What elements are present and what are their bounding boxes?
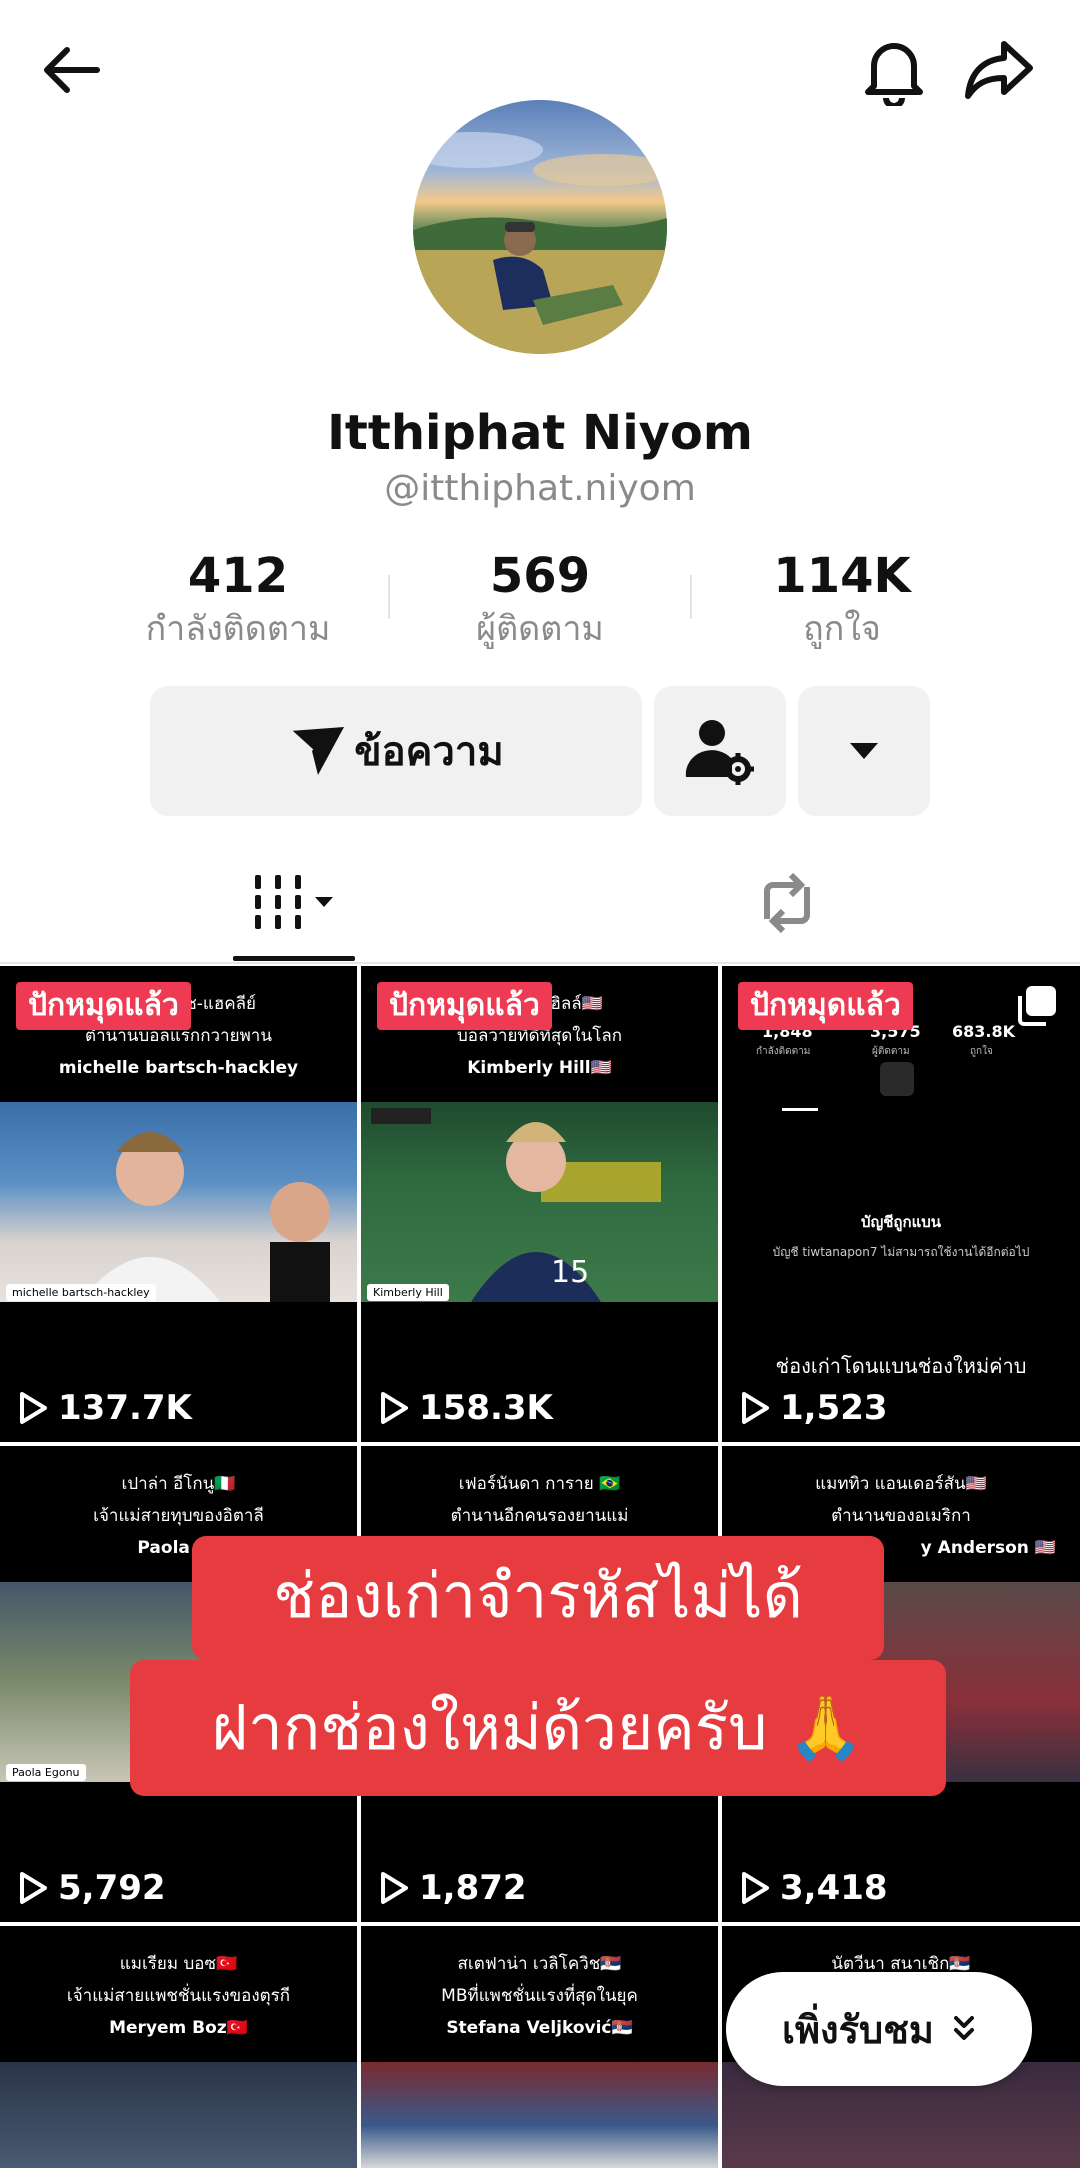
video-thumbnail[interactable]: 1,848 3,575 683.8K กำลังติดตาม ผู้ติดตาม… — [722, 966, 1080, 1442]
profile-photo — [413, 132, 667, 354]
view-count: 1,872 — [379, 1868, 527, 1908]
video-thumbnail[interactable]: มิเชลล์ บาร์ช-แฮคลีย์ ตำนานบอลแรกกวายพาน… — [0, 966, 357, 1442]
active-tab-indicator — [233, 956, 355, 961]
video-frame — [361, 2062, 718, 2168]
tab-reposts[interactable] — [740, 868, 834, 938]
view-count: 3,418 — [740, 1868, 888, 1908]
overlay-text-line-2: ฝากช่องใหม่ด้วยครับ 🙏 — [130, 1660, 946, 1796]
video-frame — [0, 2062, 357, 2168]
video-thumbnail[interactable]: แมเรียม บอซ🇹🇷 เจ้าแม่สายแพชชั่นแรงของตุร… — [0, 1926, 357, 2168]
video-caption: Stefana Veljković🇷🇸 — [446, 2018, 633, 2038]
video-caption: ช่องเก่าโดนแบนช่องใหม่ค่าบ — [775, 1354, 1027, 1378]
stat-label: ถูกใจ — [803, 609, 881, 649]
video-caption: ตำนานของอเมริกา — [831, 1506, 971, 1526]
play-icon — [742, 1872, 769, 1904]
view-count-value: 3,418 — [780, 1868, 888, 1908]
mini-tab-indicator — [782, 1108, 818, 1111]
view-count-value: 1,523 — [780, 1388, 888, 1428]
recently-watched-button[interactable]: เพิ่งรับชม — [726, 1972, 1032, 2086]
view-count-value: 1,872 — [419, 1868, 527, 1908]
video-frame — [0, 1102, 357, 1302]
video-caption: สเตฟาน่า เวลิโควิช🇷🇸 — [457, 1954, 622, 1974]
photo-mode-icon — [1018, 986, 1056, 1026]
video-caption: 683.8K — [952, 1022, 1016, 1041]
bell-icon — [865, 43, 923, 106]
view-count-value: 5,792 — [58, 1868, 166, 1908]
video-thumbnail[interactable]: คิมเบอร์ลี ฮิลล์🇺🇸 บอลวายที่ดีที่สุดในโล… — [361, 966, 718, 1442]
video-caption: Kimberly Hill🇺🇸 — [467, 1058, 612, 1078]
overlay-text-line-1: ช่องเก่าจำรหัสไม่ได้ — [192, 1536, 884, 1660]
name-tag: Kimberly Hill — [367, 1284, 449, 1301]
video-caption: เปาล่า อีโกนู🇮🇹 — [121, 1474, 236, 1494]
arrow-left-icon — [44, 47, 100, 93]
friend-settings-button[interactable] — [654, 686, 786, 816]
video-caption: บัญชีถูกแบน — [860, 1213, 942, 1231]
video-caption: กำลังติดตาม — [756, 1046, 811, 1057]
video-thumbnail[interactable]: สเตฟาน่า เวลิโควิช🇷🇸 MBที่แพชชั่นแรงที่ส… — [361, 1926, 718, 2168]
play-icon — [381, 1872, 408, 1904]
back-button[interactable] — [32, 30, 112, 110]
view-count-value: 158.3K — [419, 1388, 553, 1428]
notification-button[interactable] — [854, 30, 934, 110]
name-tag: Paola Egonu — [6, 1764, 86, 1781]
share-button[interactable] — [960, 30, 1040, 110]
tab-videos[interactable] — [232, 868, 356, 938]
stat-value: 412 — [187, 548, 289, 604]
video-caption: เจ้าแม่สายทุบของอิตาลี — [93, 1506, 264, 1526]
repost-icon — [764, 873, 810, 933]
view-count: 1,523 — [740, 1388, 888, 1428]
view-count: 158.3K — [379, 1388, 553, 1428]
pinned-badge: ปักหมุดแล้ว — [738, 982, 913, 1030]
pinned-badge: ปักหมุดแล้ว — [377, 982, 552, 1030]
user-settings-icon — [685, 720, 754, 785]
play-icon — [742, 1392, 769, 1424]
name-tag: michelle bartsch-hackley — [6, 1284, 156, 1301]
add-friend-icon — [880, 1062, 914, 1096]
video-caption: ผู้ติดตาม — [872, 1046, 910, 1057]
play-icon — [20, 1872, 47, 1904]
video-caption: Meryem Boz🇹🇷 — [109, 2018, 248, 2038]
video-caption: michelle bartsch-hackley — [58, 1058, 299, 1078]
video-caption: บัญชี tiwtanapon7 ไม่สามารถใช้งานได้อีกต… — [772, 1245, 1030, 1259]
play-icon — [381, 1392, 408, 1424]
video-caption: ตำนานอีกคนรองยานแม่ — [450, 1506, 629, 1526]
stat-label: กำลังติดตาม — [145, 609, 331, 649]
stat-value: 114K — [773, 548, 911, 604]
stat-followers[interactable]: 569 ผู้ติดตาม — [390, 548, 690, 654]
caret-down-icon — [850, 743, 878, 759]
display-name: Itthiphat Niyom — [327, 405, 753, 461]
video-caption: MBที่แพชชั่นแรงที่สุดในยุค — [441, 1986, 638, 2006]
svg-text:15: 15 — [551, 1255, 589, 1290]
stat-following[interactable]: 412 กำลังติดตาม — [88, 548, 388, 654]
video-caption: เฟอร์นันดา การาย 🇧🇷 — [458, 1474, 621, 1494]
video-caption: แมททิว แอนเดอร์สัน🇺🇸 — [815, 1474, 987, 1494]
view-count: 137.7K — [18, 1388, 192, 1428]
grid-videos-icon — [255, 875, 333, 929]
message-label: ข้อความ — [354, 729, 504, 775]
video-caption: เจ้าแม่สายแพชชั่นแรงของตุรกี — [66, 1986, 291, 2006]
stat-label: ผู้ติดตาม — [476, 609, 604, 649]
video-caption: ถูกใจ — [970, 1046, 993, 1057]
video-caption: แมเรียม บอซ🇹🇷 — [119, 1954, 238, 1974]
play-icon — [20, 1392, 47, 1424]
share-icon — [965, 41, 1033, 99]
view-count: 5,792 — [18, 1868, 166, 1908]
avatar[interactable] — [413, 100, 667, 354]
view-count-value: 137.7K — [58, 1388, 192, 1428]
send-icon — [288, 727, 345, 775]
pinned-badge: ปักหมุดแล้ว — [16, 982, 191, 1030]
video-frame: 15 — [361, 1102, 718, 1302]
username-handle: @itthiphat.niyom — [384, 468, 696, 509]
tabs-divider — [0, 962, 1080, 964]
more-options-dropdown[interactable] — [798, 686, 930, 816]
double-chevron-down-icon — [953, 2016, 974, 2040]
message-button[interactable]: ข้อความ — [150, 686, 642, 816]
stat-value: 569 — [489, 548, 591, 604]
recently-watched-label: เพิ่งรับชม — [782, 2007, 934, 2052]
stat-likes[interactable]: 114K ถูกใจ — [692, 548, 992, 654]
